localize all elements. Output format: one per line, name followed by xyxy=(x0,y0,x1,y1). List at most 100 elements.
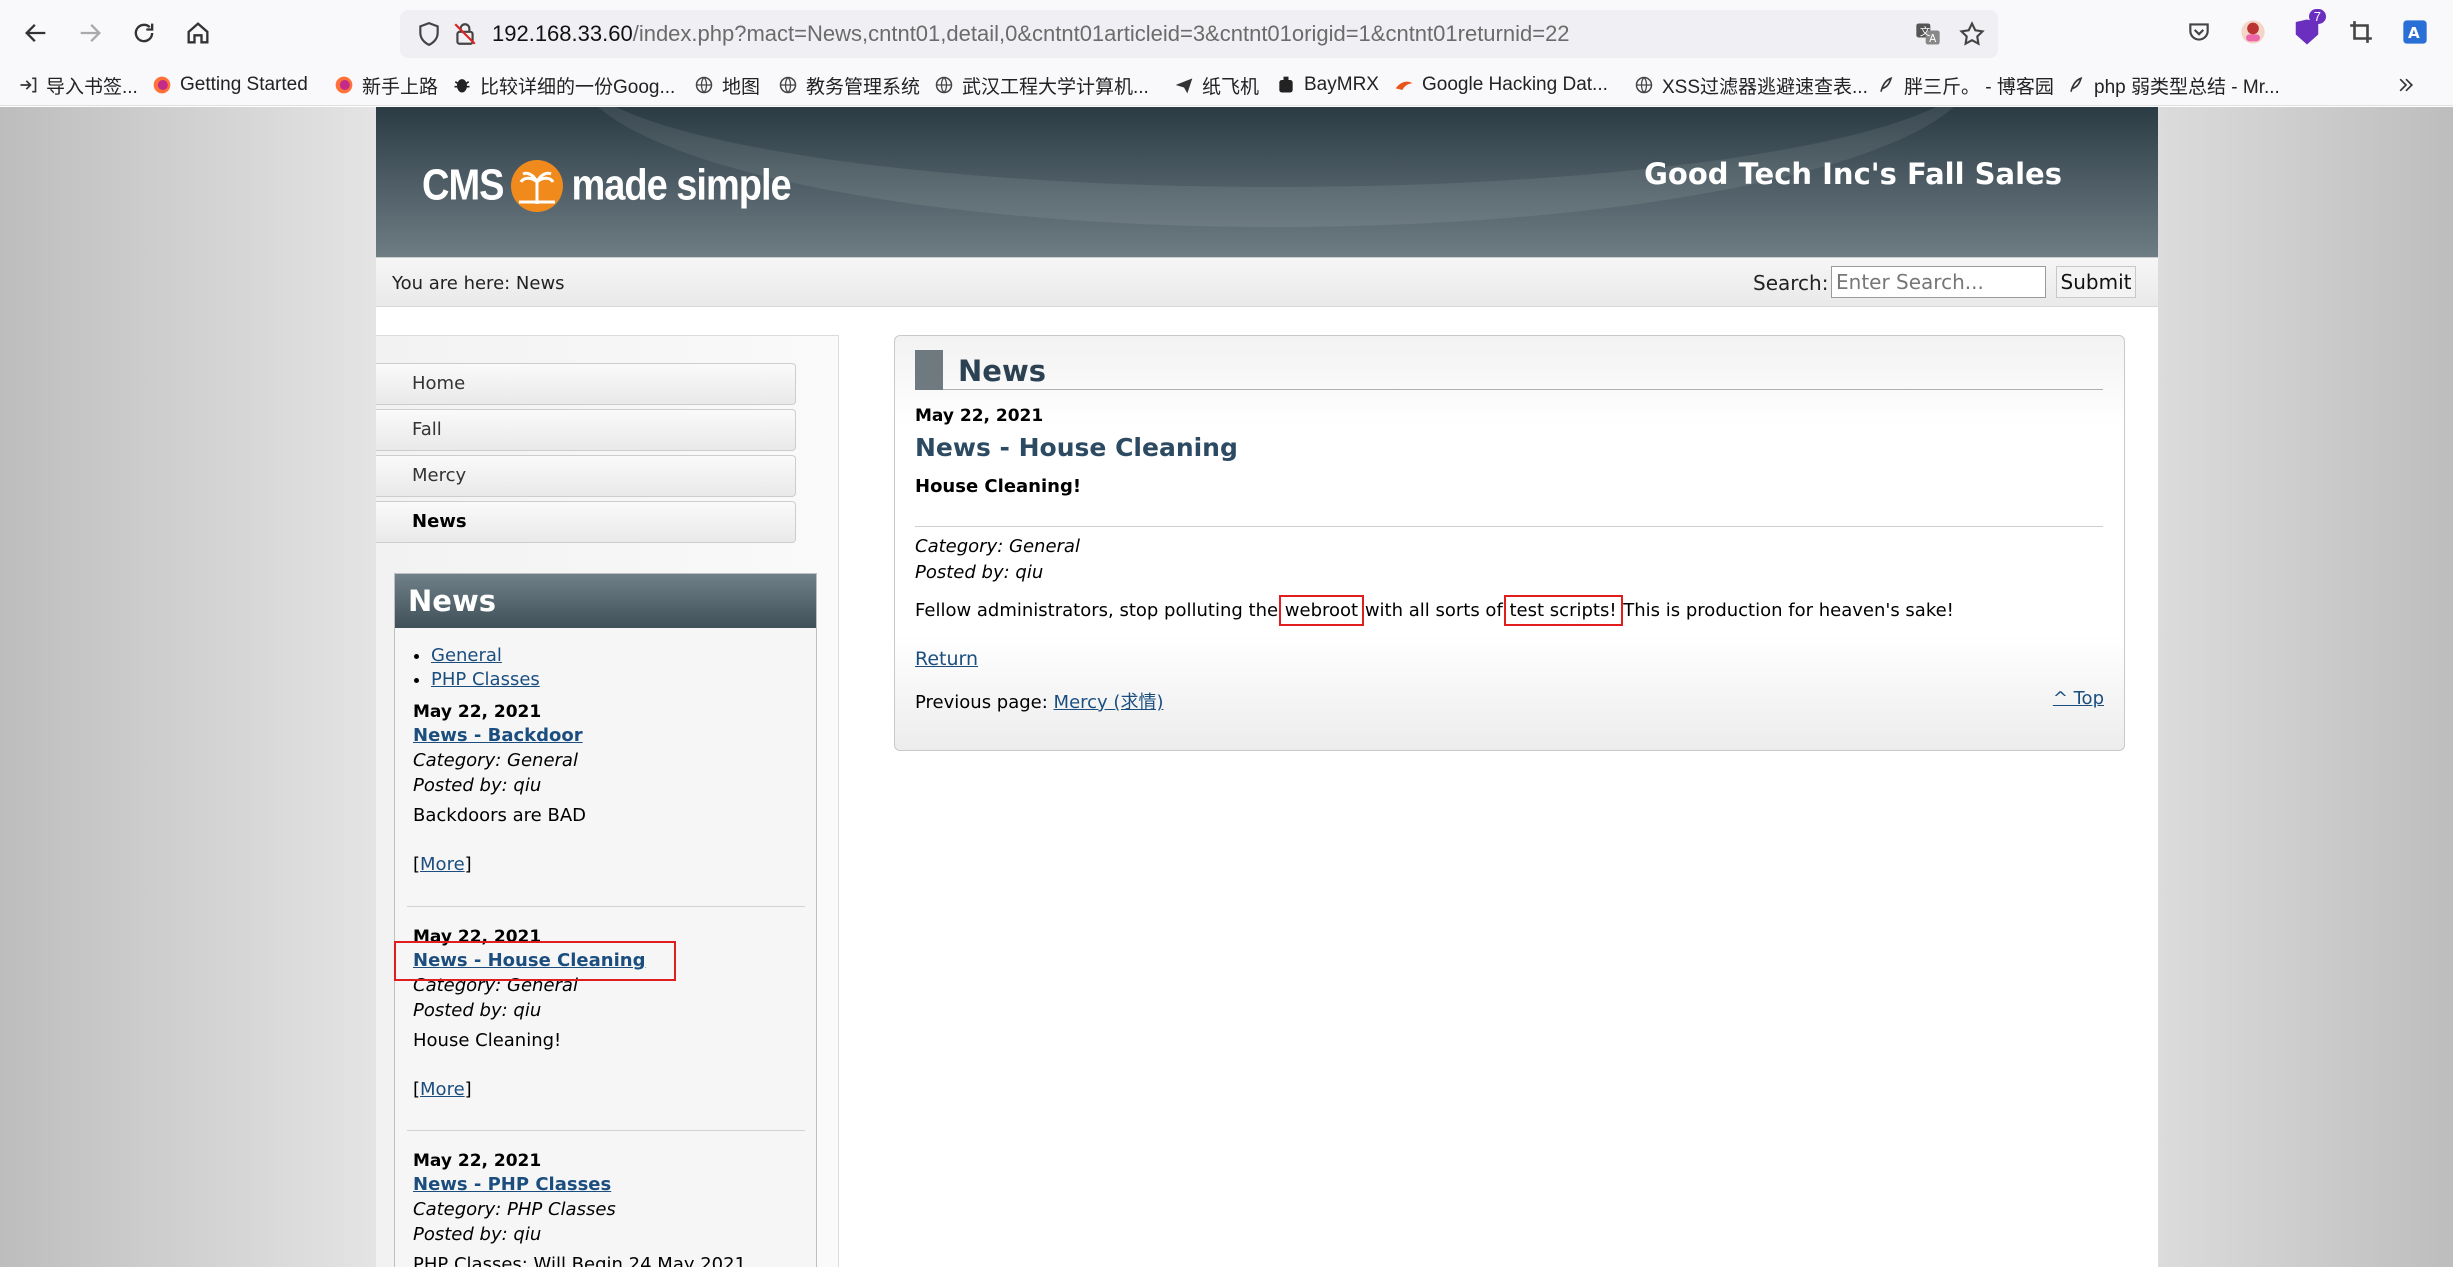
list-item: General xyxy=(431,644,540,668)
list-item: PHP Classes xyxy=(431,668,540,692)
firefox-icon xyxy=(335,76,353,94)
news-entry-title-link[interactable]: News - PHP Classes xyxy=(413,1174,611,1195)
bookmark-item[interactable]: 胖三斤。 - 博客园 xyxy=(1876,70,2054,100)
article-divider xyxy=(915,526,2103,527)
article-panel: News May 22, 2021 News - House Cleaning … xyxy=(894,335,2125,751)
chevron-double-right-icon xyxy=(2399,78,2414,92)
news-entry-title-link[interactable]: News - Backdoor xyxy=(413,725,583,746)
home-button[interactable] xyxy=(178,13,218,53)
plane-icon xyxy=(1175,78,1193,94)
shield-icon[interactable] xyxy=(416,21,442,47)
category-link-php-classes[interactable]: PHP Classes xyxy=(431,669,540,690)
entry-divider xyxy=(407,1130,805,1131)
translate-extension-icon[interactable]: A xyxy=(2398,15,2432,49)
extension-hackbar-icon[interactable]: 7 xyxy=(2290,9,2326,49)
import-icon xyxy=(20,77,37,93)
highlight-test-scripts: test scripts! xyxy=(1503,595,1623,626)
article-section-heading: News xyxy=(958,354,1046,388)
breadcrumb-bar: You are here: News Search: Submit xyxy=(376,257,2158,307)
logo-text-left: CMS xyxy=(422,161,504,210)
site-title: Good Tech Inc's Fall Sales xyxy=(1644,157,2062,191)
news-entry-author: Posted by: qiu xyxy=(413,775,542,796)
logo-text-right: made simple xyxy=(571,161,791,210)
menu-item-home[interactable]: Home xyxy=(376,363,796,405)
bookmark-item[interactable]: BayMRX xyxy=(1276,70,1379,100)
svg-text:A: A xyxy=(1929,33,1937,45)
bookmark-label: Getting Started xyxy=(180,74,308,95)
bookmarks-bar: 导入书签... Getting Started 新手上路 比较详细的一份Goog… xyxy=(0,66,2453,106)
star-icon[interactable] xyxy=(1958,20,1986,48)
back-button[interactable] xyxy=(16,13,56,53)
bookmark-label: 胖三斤。 - 博客园 xyxy=(1904,76,2054,98)
translate-icon[interactable]: 文A xyxy=(1914,20,1942,48)
bookmark-item[interactable]: XSS过滤器逃避速查表... xyxy=(1634,70,1868,100)
url-bar[interactable]: 192.168.33.60/index.php?mact=News,cntnt0… xyxy=(400,10,1998,58)
bookmark-item[interactable]: 地图 xyxy=(694,70,760,100)
bookmark-item[interactable]: 比较详细的一份Goog... xyxy=(452,70,675,100)
search-submit-button[interactable]: Submit xyxy=(2056,266,2136,298)
bookmark-label: Google Hacking Dat... xyxy=(1422,74,1608,95)
news-entry: May 22, 2021 News - Backdoor Category: G… xyxy=(413,700,803,875)
ink-icon xyxy=(2070,77,2083,92)
previous-page-link[interactable]: Mercy (求情) xyxy=(1054,692,1164,713)
bookmark-label: 武汉工程大学计算机... xyxy=(962,76,1149,98)
pack-icon xyxy=(1279,76,1293,93)
bookmark-label: 纸飞机 xyxy=(1202,76,1260,98)
url-host: 192.168.33.60 xyxy=(492,21,633,46)
bookmark-item[interactable]: 纸飞机 xyxy=(1174,70,1259,100)
back-to-top-link[interactable]: ^ Top xyxy=(2053,688,2104,709)
return-link[interactable]: Return xyxy=(915,648,978,670)
news-entry-more: [More] xyxy=(413,1079,472,1100)
bookmark-label: 新手上路 xyxy=(362,76,439,98)
bookmark-label: XSS过滤器逃避速查表... xyxy=(1662,76,1868,98)
search-input[interactable] xyxy=(1831,266,2046,298)
bookmark-label: 地图 xyxy=(722,76,761,98)
firefox-icon xyxy=(153,76,171,94)
heading-accent-bar xyxy=(915,350,943,390)
bookmark-item[interactable]: Google Hacking Dat... xyxy=(1394,70,1608,100)
news-entry-date: May 22, 2021 xyxy=(413,702,542,722)
globe-icon xyxy=(935,76,953,94)
bug-icon xyxy=(454,79,470,93)
previous-page-label: Previous page: xyxy=(915,692,1054,713)
svg-text:A: A xyxy=(2408,24,2420,42)
bookmark-label: 比较详细的一份Goog... xyxy=(480,76,676,98)
more-bookmarks-button[interactable] xyxy=(2396,70,2416,100)
news-entry-author: Posted by: qiu xyxy=(413,1224,542,1245)
page-background: CMS made simple Good Tech Inc's Fall Sal… xyxy=(0,107,2453,1267)
forward-button[interactable] xyxy=(70,13,110,53)
more-link[interactable]: More xyxy=(420,854,465,875)
insecure-lock-icon[interactable] xyxy=(452,21,478,47)
crop-icon[interactable] xyxy=(2344,15,2378,49)
bookmark-item[interactable]: 教务管理系统 xyxy=(778,70,920,100)
highlight-webroot: webroot xyxy=(1278,595,1365,626)
pocket-icon[interactable] xyxy=(2182,15,2216,49)
category-link-general[interactable]: General xyxy=(431,645,502,666)
avatar-icon[interactable] xyxy=(2236,15,2270,49)
menu-item-fall[interactable]: Fall xyxy=(376,409,796,451)
globe-icon xyxy=(695,76,713,94)
reload-button[interactable] xyxy=(124,13,164,53)
menu-item-news[interactable]: News xyxy=(376,501,796,543)
article-heading-bar: News xyxy=(915,350,2103,390)
article-title: News - House Cleaning xyxy=(915,433,1238,462)
bookmark-item[interactable]: 武汉工程大学计算机... xyxy=(934,70,1149,100)
news-entry-category: Category: General xyxy=(413,750,578,771)
news-entry-more: [More] xyxy=(413,854,472,875)
entry-divider xyxy=(407,906,805,907)
bookmark-item[interactable]: Getting Started xyxy=(152,70,308,100)
menu-item-mercy[interactable]: Mercy xyxy=(376,455,796,497)
site-logo[interactable]: CMS made simple xyxy=(422,151,792,221)
url-text[interactable]: 192.168.33.60/index.php?mact=News,cntnt0… xyxy=(492,19,1570,49)
breadcrumb: You are here: News xyxy=(392,273,565,294)
ink-icon xyxy=(1880,77,1893,92)
news-box-heading: News xyxy=(395,574,816,628)
news-entry-summary: PHP Classes: Will Begin 24 May 2021 xyxy=(413,1254,747,1267)
more-link[interactable]: More xyxy=(420,1079,465,1100)
flame-icon xyxy=(1395,81,1413,90)
article-summary: House Cleaning! xyxy=(915,476,1082,497)
bookmark-item[interactable]: php 弱类型总结 - Mr... xyxy=(2066,70,2280,100)
bookmark-item[interactable]: 导入书签... xyxy=(18,70,138,100)
url-path: /index.php?mact=News,cntnt01,detail,0&cn… xyxy=(632,21,1570,46)
bookmark-item[interactable]: 新手上路 xyxy=(334,70,438,100)
